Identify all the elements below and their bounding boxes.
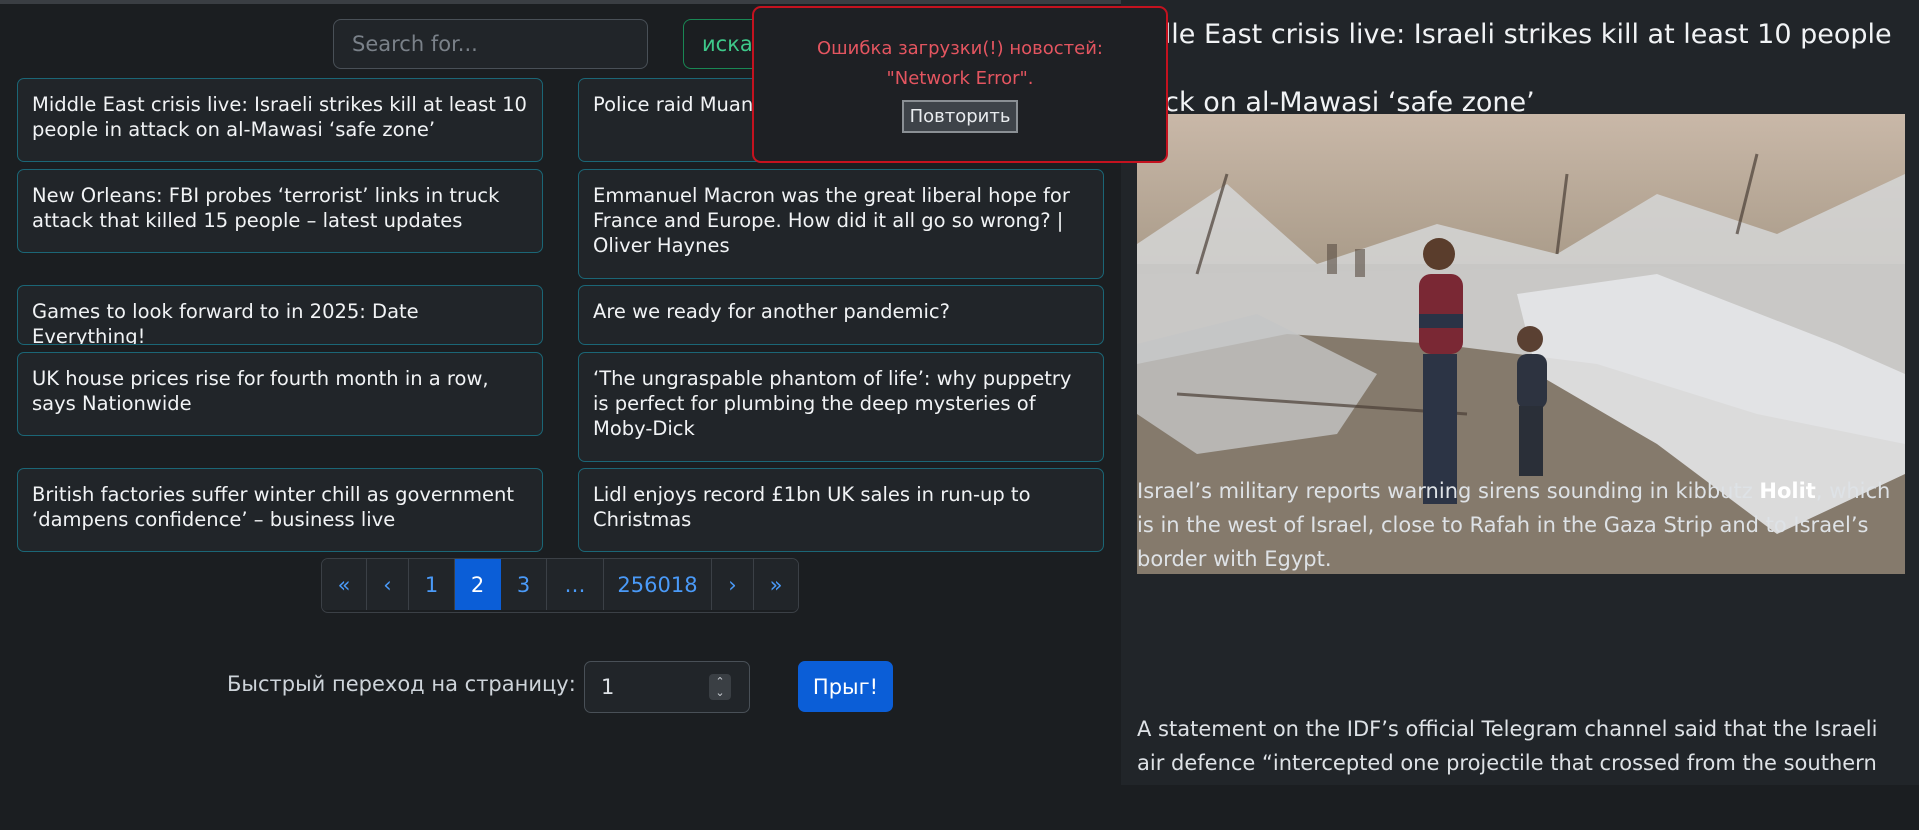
news-card[interactable]: Are we ready for another pandemic?	[578, 285, 1104, 345]
number-spinner-icon[interactable]: ⌃ ⌄	[709, 674, 731, 700]
news-card[interactable]: UK house prices rise for fourth month in…	[17, 352, 543, 436]
page-number-input[interactable]: 1 ⌃ ⌄	[584, 661, 750, 713]
article-title: ddle East crisis live: Israeli strikes k…	[1137, 19, 1892, 118]
pagination-page-active[interactable]: 2	[455, 559, 501, 610]
news-card[interactable]: Games to look forward to in 2025: Date E…	[17, 285, 543, 345]
article-bold-text: Holit	[1759, 479, 1816, 503]
news-card[interactable]: Emmanuel Macron was the great liberal ho…	[578, 169, 1104, 279]
article-paragraph: Israel’s military reports warning sirens…	[1137, 479, 1891, 571]
jump-button[interactable]: Прыг!	[798, 661, 893, 712]
pagination-last-page[interactable]: 256018	[604, 559, 712, 610]
pagination: « ‹ 1 2 3 … 256018 › »	[321, 558, 799, 613]
news-card[interactable]: British factories suffer winter chill as…	[17, 468, 543, 552]
error-modal: Ошибка загрузки(!) новостей: "Network Er…	[752, 6, 1168, 163]
error-message: Ошибка загрузки(!) новостей: "Network Er…	[817, 38, 1103, 89]
news-card[interactable]: Middle East crisis live: Israeli strikes…	[17, 78, 543, 162]
news-card[interactable]: ‘The ungraspable phantom of life’: why p…	[578, 352, 1104, 462]
pagination-ellipsis[interactable]: …	[547, 559, 604, 610]
pagination-last[interactable]: »	[754, 559, 798, 610]
pagination-page[interactable]: 1	[409, 559, 455, 610]
retry-button[interactable]: Повторить	[901, 100, 1019, 133]
article-panel: ddle East crisis live: Israeli strikes k…	[1121, 0, 1919, 785]
pagination-next[interactable]: ›	[712, 559, 754, 610]
news-card[interactable]: New Orleans: FBI probes ‘terrorist’ link…	[17, 169, 543, 253]
pagination-prev[interactable]: ‹	[367, 559, 409, 610]
news-card[interactable]: Lidl enjoys record £1bn UK sales in run-…	[578, 468, 1104, 552]
quick-jump-label: Быстрый переход на страницу:	[227, 672, 576, 696]
pagination-page[interactable]: 3	[501, 559, 547, 610]
page-number-value: 1	[601, 675, 615, 699]
search-input[interactable]	[333, 19, 648, 69]
article-paragraph: A statement on the IDF’s official Telegr…	[1137, 717, 1878, 775]
pagination-first[interactable]: «	[322, 559, 367, 610]
